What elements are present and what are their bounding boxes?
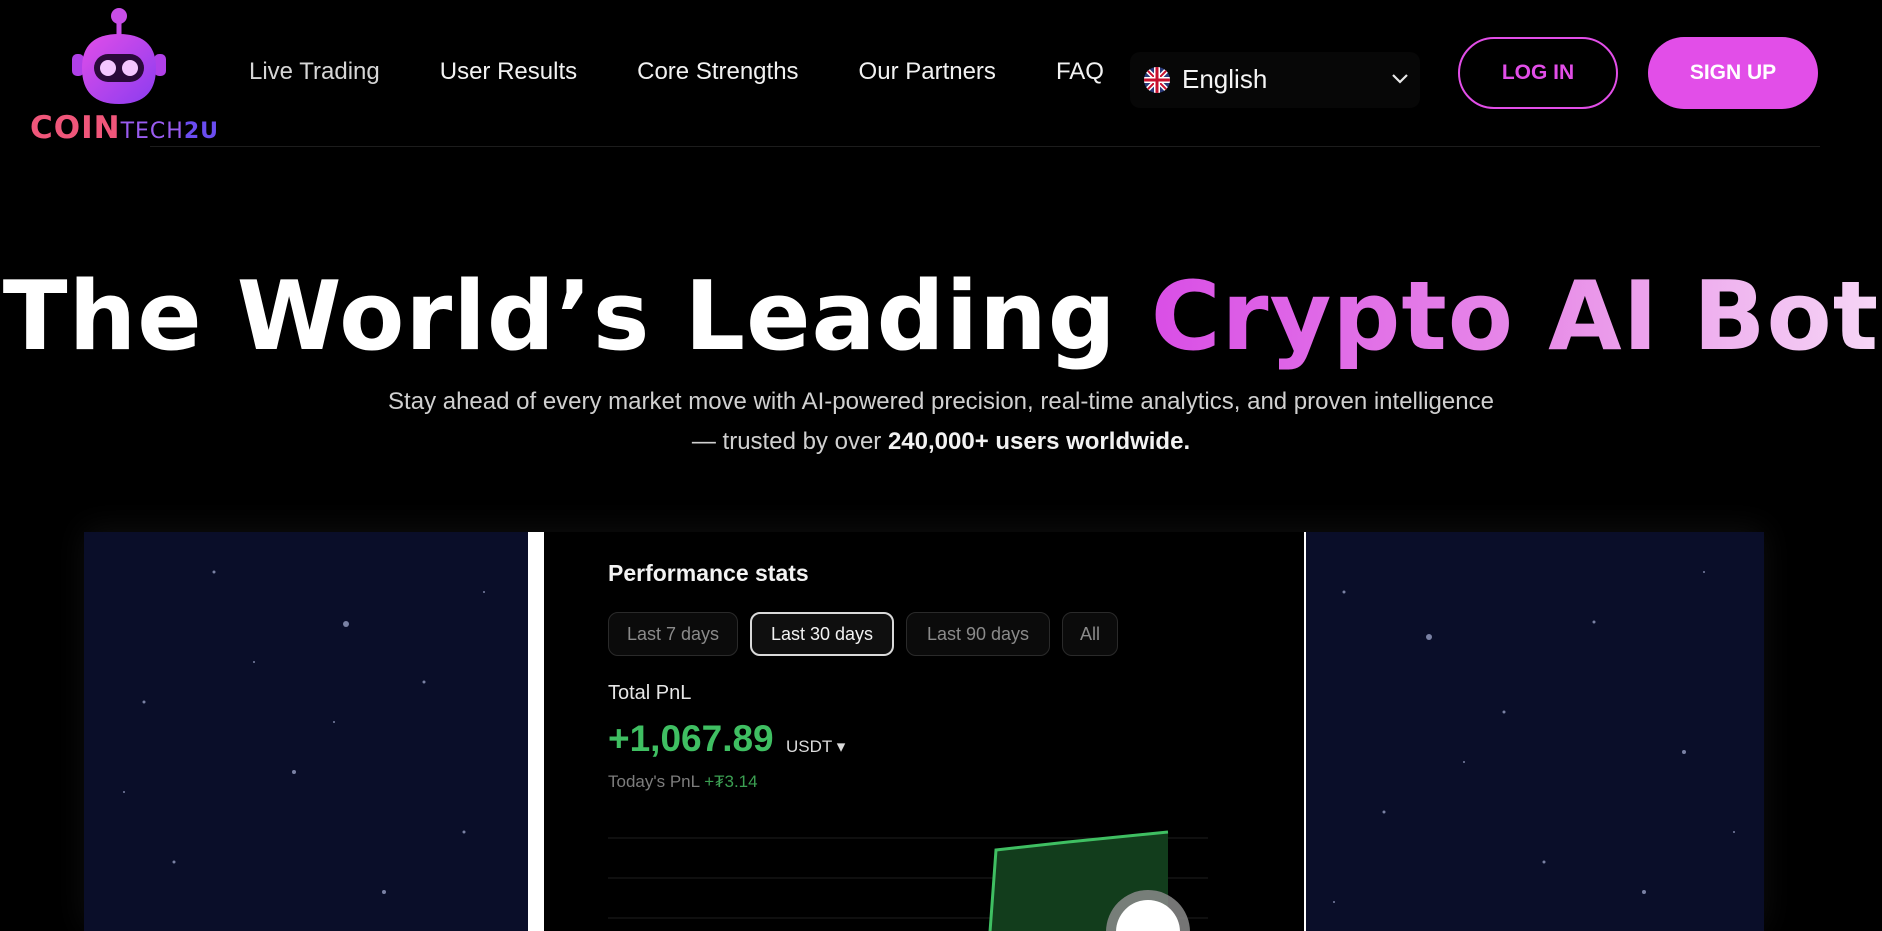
hero-title: The World’s Leading Crypto AI Bot [0, 262, 1882, 372]
language-label: English [1182, 64, 1268, 94]
hero-title-accent: Crypto AI Bot [1150, 262, 1880, 372]
logo-word-tech: TECH [120, 119, 184, 144]
chevron-down-icon [1390, 68, 1410, 93]
language-select[interactable]: English [1130, 52, 1420, 108]
range-last-90-days[interactable]: Last 90 days [906, 612, 1050, 656]
total-pnl-unit: USDT ▾ [786, 737, 846, 756]
todays-pnl-label: Today's PnL [608, 772, 700, 791]
header-divider [150, 146, 1820, 147]
nav-faq[interactable]: FAQ [1056, 58, 1104, 86]
total-pnl-value: +1,067.89 [608, 718, 774, 759]
performance-stats-title: Performance stats [608, 560, 809, 586]
brand-logo[interactable]: COINTECH2U [30, 6, 218, 146]
phone-screen: Performance stats Last 7 days Last 30 da… [544, 532, 1304, 931]
logo-word-coin: COIN [30, 110, 121, 146]
range-last-7-days[interactable]: Last 7 days [608, 612, 738, 656]
hero-subtitle-prefix: — trusted by over [691, 428, 888, 455]
robot-logo-icon [72, 8, 166, 104]
nav-our-partners[interactable]: Our Partners [859, 58, 996, 86]
login-button[interactable]: LOG IN [1458, 37, 1618, 109]
logo-word-2u: 2U [183, 119, 220, 144]
range-last-30-days[interactable]: Last 30 days [750, 612, 894, 656]
hero-subtitle-highlight: 240,000+ users worldwide. [887, 428, 1191, 455]
nav-core-strengths[interactable]: Core Strengths [637, 58, 798, 86]
main-nav: Live Trading User Results Core Strengths… [249, 58, 1164, 86]
logo-wordmark: COINTECH2U [30, 110, 219, 146]
hero-subtitle-line2: — trusted by over 240,000+ users worldwi… [0, 422, 1882, 462]
uk-flag-icon [1144, 67, 1170, 93]
demo-video[interactable]: Performance stats Last 7 days Last 30 da… [84, 532, 1764, 931]
range-all[interactable]: All [1062, 612, 1118, 656]
total-pnl-label: Total PnL [608, 682, 692, 704]
nav-live-trading[interactable]: Live Trading [249, 58, 380, 86]
signup-button[interactable]: SIGN UP [1648, 37, 1818, 109]
hero-title-plain: The World’s Leading [2, 262, 1151, 372]
hero-subtitle: Stay ahead of every market move with AI-… [0, 382, 1882, 462]
site-header: COINTECH2U Live Trading User Results Cor… [0, 0, 1882, 148]
todays-pnl: Today's PnL +₮3.14 [608, 772, 758, 792]
pnl-chart [608, 830, 1208, 931]
nav-user-results[interactable]: User Results [440, 58, 577, 86]
todays-pnl-value: +₮3.14 [704, 772, 758, 791]
hero-subtitle-line1: Stay ahead of every market move with AI-… [388, 388, 1494, 415]
